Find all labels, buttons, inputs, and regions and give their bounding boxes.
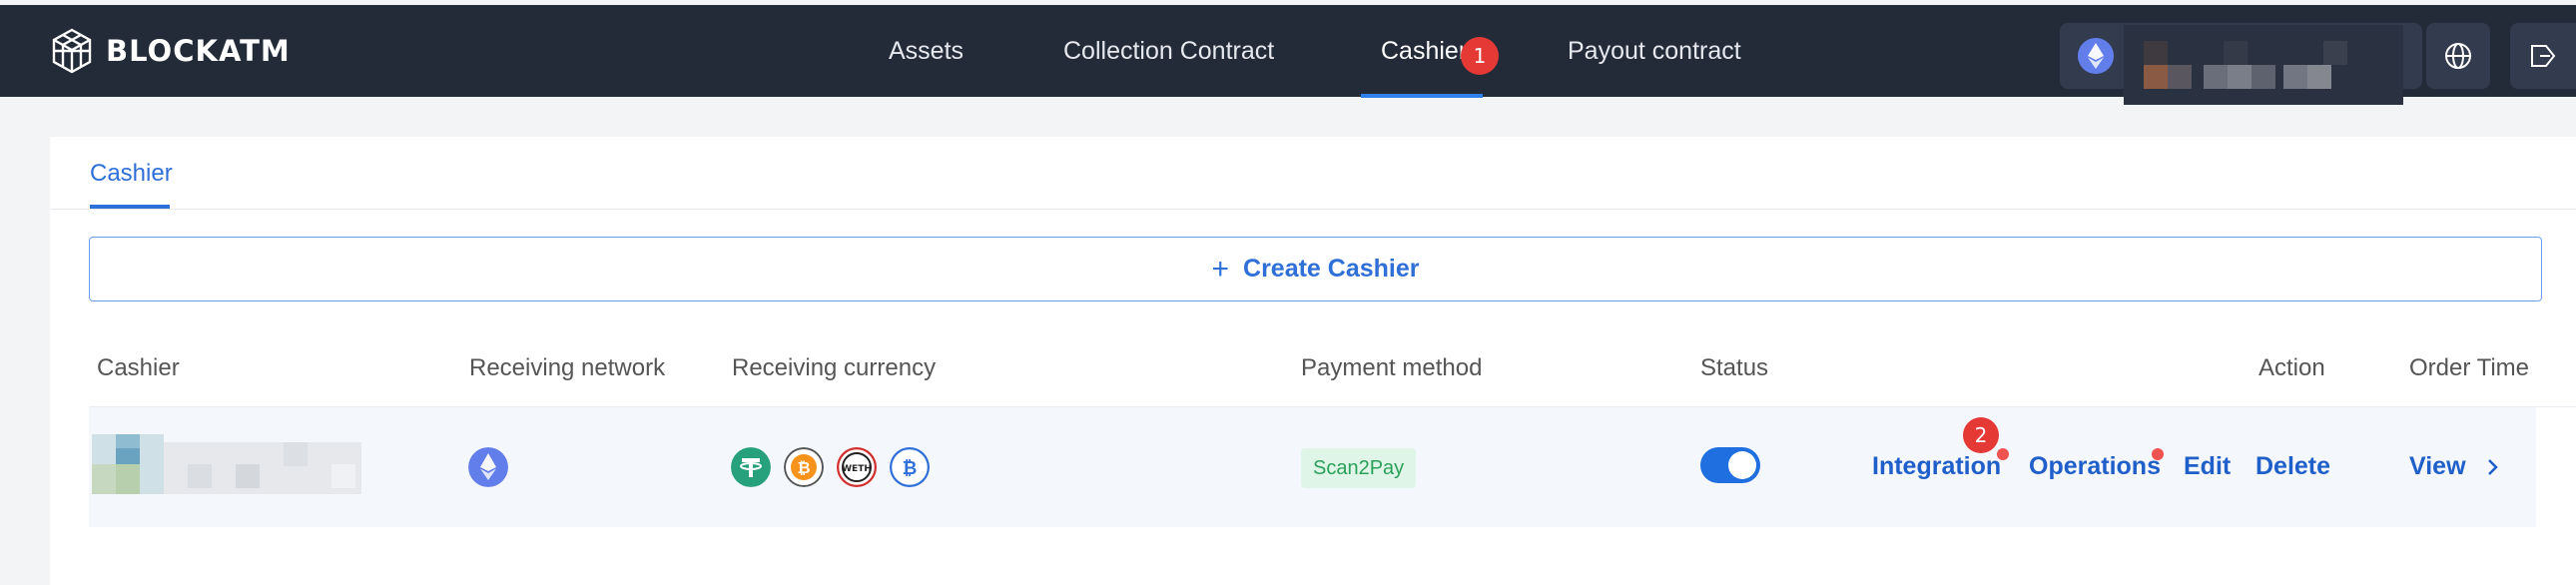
header-order-time: Order Time bbox=[2409, 354, 2530, 381]
wallet-selector[interactable] bbox=[2060, 23, 2422, 105]
active-nav-indicator bbox=[1361, 94, 1483, 98]
integration-link[interactable]: Integration bbox=[1872, 452, 2001, 481]
cube-logo-icon bbox=[52, 28, 92, 74]
logout-icon bbox=[2531, 45, 2556, 67]
weth-icon: WETH bbox=[837, 447, 877, 487]
nav-item-assets[interactable]: Assets bbox=[889, 5, 964, 97]
header-receiving-currency: Receiving currency bbox=[732, 354, 937, 381]
header-payment-method: Payment method bbox=[1301, 354, 1483, 381]
wallet-address-blurred bbox=[2124, 25, 2403, 105]
payment-method-badge: Scan2Pay bbox=[1301, 448, 1417, 488]
operations-notification-dot bbox=[2152, 448, 2164, 460]
header-cashier: Cashier bbox=[97, 354, 180, 381]
top-navigation-bar: BLOCKATM Assets Collection Contract Cash… bbox=[0, 5, 2576, 105]
cashier-name-blurred bbox=[92, 434, 361, 494]
brand-logo[interactable]: BLOCKATM bbox=[48, 27, 291, 75]
delete-link[interactable]: Delete bbox=[2255, 452, 2330, 481]
wbtc-icon: ₿ bbox=[890, 447, 930, 487]
step-marker-1: 1 bbox=[1461, 37, 1499, 75]
usdt-icon bbox=[731, 447, 771, 487]
ethereum-icon bbox=[2078, 38, 2114, 74]
svg-text:₿: ₿ bbox=[797, 458, 810, 477]
integration-notification-dot bbox=[1997, 448, 2009, 460]
brand-name: BLOCKATM bbox=[106, 34, 291, 68]
header-status: Status bbox=[1700, 354, 1769, 381]
nav-item-cashier[interactable]: Cashier bbox=[1381, 5, 1467, 97]
header-action: Action bbox=[2258, 354, 2325, 381]
nav-item-payout-contract[interactable]: Payout contract bbox=[1568, 5, 1741, 97]
edit-link[interactable]: Edit bbox=[2184, 452, 2231, 481]
plus-icon: + bbox=[1211, 252, 1230, 286]
language-button[interactable] bbox=[2426, 23, 2490, 89]
weth-label: WETH bbox=[842, 464, 872, 474]
step-marker-2: 2 bbox=[1963, 417, 1999, 453]
logout-button[interactable] bbox=[2510, 23, 2576, 89]
operations-link[interactable]: Operations bbox=[2029, 452, 2161, 481]
header-receiving-network: Receiving network bbox=[469, 354, 666, 381]
ethereum-icon bbox=[468, 447, 508, 487]
btc-icon: ₿ bbox=[784, 447, 824, 487]
create-cashier-button[interactable]: + Create Cashier bbox=[89, 237, 2542, 301]
chevron-right-icon[interactable] bbox=[2486, 457, 2500, 477]
nav-item-collection-contract[interactable]: Collection Contract bbox=[1063, 5, 1274, 97]
tab-cashier[interactable]: Cashier bbox=[90, 160, 173, 188]
globe-icon bbox=[2445, 43, 2471, 69]
view-order-time-link[interactable]: View bbox=[2409, 452, 2466, 481]
create-cashier-label: Create Cashier bbox=[1243, 255, 1420, 283]
svg-text:₿: ₿ bbox=[903, 458, 918, 479]
toggle-knob bbox=[1728, 451, 1756, 479]
status-toggle[interactable] bbox=[1700, 447, 1760, 483]
tab-divider bbox=[50, 209, 2576, 210]
